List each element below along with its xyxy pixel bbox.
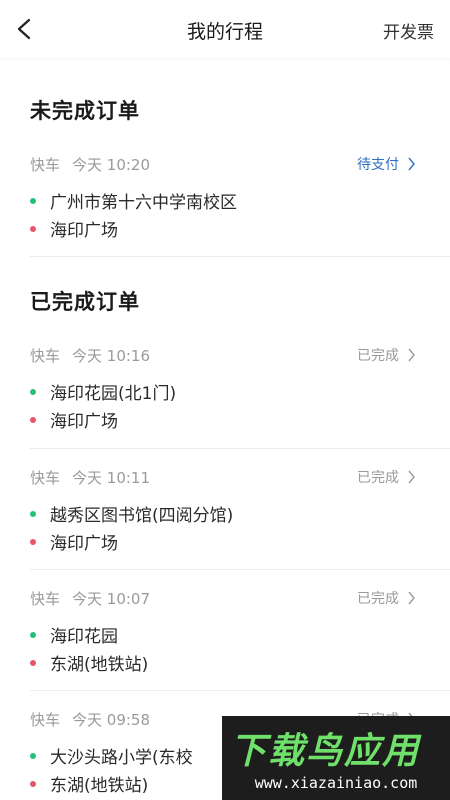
divider <box>30 569 450 570</box>
start-location-text: 大沙头路小学(东校 <box>50 748 193 768</box>
status-label: 待支付 <box>357 157 399 173</box>
order-time: 今天 10:07 <box>72 590 151 608</box>
start-dot-icon <box>30 752 36 759</box>
start-dot-icon <box>30 388 36 395</box>
ride-type: 快车 <box>30 590 61 608</box>
status-label: 已完成 <box>357 470 399 486</box>
start-location-text: 海印花园(北1门) <box>50 384 177 404</box>
start-location-text: 海印花园 <box>50 627 118 647</box>
end-location-text: 海印广场 <box>50 534 118 554</box>
end-dot-icon <box>30 659 36 666</box>
ride-type: 快车 <box>30 711 61 729</box>
watermark-title: 下载鸟应用 <box>230 731 421 772</box>
order-card[interactable]: 快车 今天 10:20 待支付 广州市第十六中学南校区 海印广场 <box>30 154 450 276</box>
status-link[interactable]: 待支付 <box>357 154 416 174</box>
divider <box>30 256 450 257</box>
end-location-text: 东湖(地铁站) <box>50 655 149 675</box>
chevron-right-icon <box>408 591 415 605</box>
order-time: 今天 09:58 <box>72 711 151 729</box>
order-time: 今天 10:11 <box>72 469 151 487</box>
start-location: 海印花园(北1门) <box>30 379 176 404</box>
status-link[interactable]: 已完成 <box>357 345 416 365</box>
chevron-right-icon <box>408 157 415 171</box>
order-meta: 快车 今天 10:20 <box>30 154 150 175</box>
start-dot-icon <box>30 631 36 638</box>
end-location-text: 海印广场 <box>50 221 118 241</box>
order-card[interactable]: 快车 今天 10:11 已完成 越秀区图书馆(四阅分馆) 海印广场 <box>30 467 450 589</box>
end-dot-icon <box>30 225 36 232</box>
ride-type: 快车 <box>30 347 61 365</box>
order-meta: 快车 今天 10:11 <box>30 467 150 488</box>
start-location: 广州市第十六中学南校区 <box>30 188 237 213</box>
status-label: 已完成 <box>357 591 399 607</box>
section-title-pending: 未完成订单 <box>30 99 140 123</box>
end-location: 海印广场 <box>30 529 118 554</box>
end-dot-icon <box>30 780 36 787</box>
watermark-url: www.xiazainiao.com <box>254 774 418 792</box>
end-location: 东湖(地铁站) <box>30 771 148 796</box>
end-location: 海印广场 <box>30 407 118 432</box>
start-location: 越秀区图书馆(四阅分馆) <box>30 501 233 526</box>
order-meta: 快车 今天 09:58 <box>30 709 150 730</box>
invoice-button[interactable]: 开发票 <box>383 18 434 43</box>
start-location-text: 广州市第十六中学南校区 <box>50 193 237 213</box>
divider <box>30 448 450 449</box>
order-time: 今天 10:16 <box>72 347 151 365</box>
chevron-right-icon <box>408 470 415 484</box>
status-link[interactable]: 已完成 <box>357 588 416 608</box>
order-meta: 快车 今天 10:07 <box>30 588 150 609</box>
start-dot-icon <box>30 510 36 517</box>
end-location-text: 海印广场 <box>50 412 118 432</box>
end-location-text: 东湖(地铁站) <box>50 776 149 796</box>
end-location: 东湖(地铁站) <box>30 650 148 675</box>
start-dot-icon <box>30 197 36 204</box>
watermark-overlay: 下载鸟应用 www.xiazainiao.com <box>222 716 450 800</box>
chevron-right-icon <box>408 348 415 362</box>
status-link[interactable]: 已完成 <box>357 467 416 487</box>
start-location: 大沙头路小学(东校 <box>30 743 193 768</box>
end-dot-icon <box>30 416 36 423</box>
ride-type: 快车 <box>30 469 61 487</box>
start-location-text: 越秀区图书馆(四阅分馆) <box>50 506 234 526</box>
top-nav-bar: 我的行程 开发票 <box>0 0 450 58</box>
section-title-completed: 已完成订单 <box>30 290 140 314</box>
order-time: 今天 10:20 <box>72 156 151 174</box>
end-dot-icon <box>30 538 36 545</box>
ride-type: 快车 <box>30 156 61 174</box>
divider <box>30 690 450 691</box>
status-label: 已完成 <box>357 348 399 364</box>
order-meta: 快车 今天 10:16 <box>30 345 150 366</box>
order-card[interactable]: 快车 今天 10:07 已完成 海印花园 东湖(地铁站) <box>30 588 450 710</box>
end-location: 海印广场 <box>30 216 118 241</box>
start-location: 海印花园 <box>30 622 118 647</box>
